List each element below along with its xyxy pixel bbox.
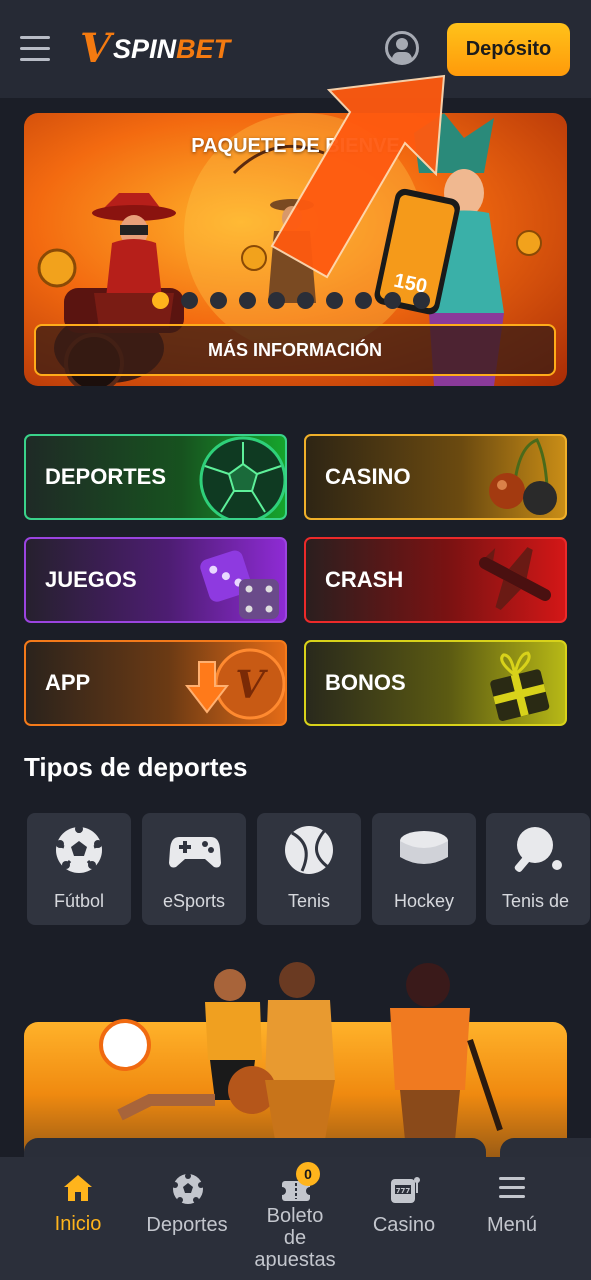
carousel-dot[interactable] <box>413 292 430 309</box>
soccer-ball-icon <box>199 436 285 518</box>
gamepad-icon <box>169 837 221 868</box>
sport-card-hockey[interactable]: Hockey <box>372 813 476 925</box>
soccer-ball-icon <box>172 1173 204 1204</box>
carousel-dot[interactable] <box>181 292 198 309</box>
sport-card-tenis-de-mesa[interactable]: Tenis de <box>486 813 590 925</box>
banner-title: PAQUETE DE BIENVE <box>191 135 400 157</box>
gift-icon <box>490 651 550 721</box>
nav-deportes[interactable]: Deportes <box>128 1157 246 1280</box>
carousel-dot[interactable] <box>239 292 256 309</box>
nav-label: Inicio <box>54 1213 102 1235</box>
spinbet-logo[interactable]: V SPINBET <box>80 26 230 72</box>
nav-label: Deportes <box>146 1214 228 1236</box>
slot-machine-icon: 777 <box>391 1177 420 1203</box>
category-tile-app[interactable]: APP V <box>24 640 287 726</box>
carousel-dot[interactable] <box>297 292 314 309</box>
nav-label: Casino <box>372 1214 436 1236</box>
tennis-ball-icon <box>285 826 333 874</box>
dice-icon <box>200 550 279 619</box>
sport-label: Tenis <box>287 891 331 911</box>
athletes-illustration <box>99 962 503 1140</box>
carousel-dots <box>152 292 430 310</box>
category-label: BONOS <box>325 670 406 695</box>
welcome-banner[interactable]: 150 PAQUETE DE BIENVE MÁS INFORMACIÓN <box>24 113 567 386</box>
more-info-button[interactable]: MÁS INFORMACIÓN <box>34 324 556 376</box>
svg-text:777: 777 <box>396 1187 411 1195</box>
nav-boleto-de-apuestas[interactable]: 0 Boleto de apuestas <box>236 1157 354 1280</box>
betslip-count-badge: 0 <box>296 1162 320 1186</box>
hockey-puck-icon <box>400 831 448 864</box>
sport-card-tenis[interactable]: Tenis <box>257 813 361 925</box>
nav-label: Boleto de apuestas <box>254 1205 336 1271</box>
category-label: JUEGOS <box>45 567 137 592</box>
category-label: CASINO <box>325 464 411 489</box>
category-label: CRASH <box>325 567 404 592</box>
home-icon <box>64 1175 92 1201</box>
logo-mark: V <box>80 25 112 72</box>
carousel-dot[interactable] <box>355 292 372 309</box>
category-tile-crash[interactable]: CRASH <box>304 537 567 623</box>
sport-label: Tenis de <box>502 891 570 911</box>
user-account-icon[interactable] <box>385 31 419 65</box>
nav-menu[interactable]: Menú <box>453 1157 571 1280</box>
hamburger-menu-icon[interactable] <box>20 36 50 62</box>
bottom-navigation: Inicio Deportes 0 Boleto de apuestas 777 <box>0 1157 591 1280</box>
svg-text:V: V <box>235 662 268 707</box>
sports-section-title: Tipos de deportes <box>24 752 248 782</box>
carousel-dot[interactable] <box>152 292 169 309</box>
category-tile-juegos[interactable]: JUEGOS <box>24 537 287 623</box>
soccer-ball-icon <box>56 825 102 873</box>
nav-label: Menú <box>486 1214 538 1236</box>
category-label: APP <box>45 670 91 695</box>
sport-label: eSports <box>162 891 226 911</box>
category-tile-casino[interactable]: CASINO <box>304 434 567 520</box>
table-tennis-icon <box>514 827 562 873</box>
nav-casino[interactable]: 777 Casino <box>345 1157 463 1280</box>
sport-label: Hockey <box>393 891 455 911</box>
top-header: V SPINBET Depósito <box>0 0 591 98</box>
cherries-icon <box>489 438 557 515</box>
carousel-dot[interactable] <box>268 292 285 309</box>
category-tile-bonos[interactable]: BONOS <box>304 640 567 726</box>
sport-card-esports[interactable]: eSports <box>142 813 246 925</box>
logo-wordmark: SPINBET <box>113 33 231 64</box>
carousel-dot[interactable] <box>326 292 343 309</box>
category-label: DEPORTES <box>45 464 167 489</box>
category-tile-deportes[interactable]: DEPORTES <box>24 434 287 520</box>
sport-label: Fútbol <box>53 891 105 911</box>
menu-icon <box>499 1177 525 1198</box>
airplane-icon <box>478 547 552 610</box>
download-icon: V <box>184 648 285 720</box>
deposit-button[interactable]: Depósito <box>447 23 570 76</box>
nav-inicio[interactable]: Inicio <box>19 1157 137 1280</box>
carousel-dot[interactable] <box>384 292 401 309</box>
sport-card-futbol[interactable]: Fútbol <box>27 813 131 925</box>
carousel-dot[interactable] <box>210 292 227 309</box>
